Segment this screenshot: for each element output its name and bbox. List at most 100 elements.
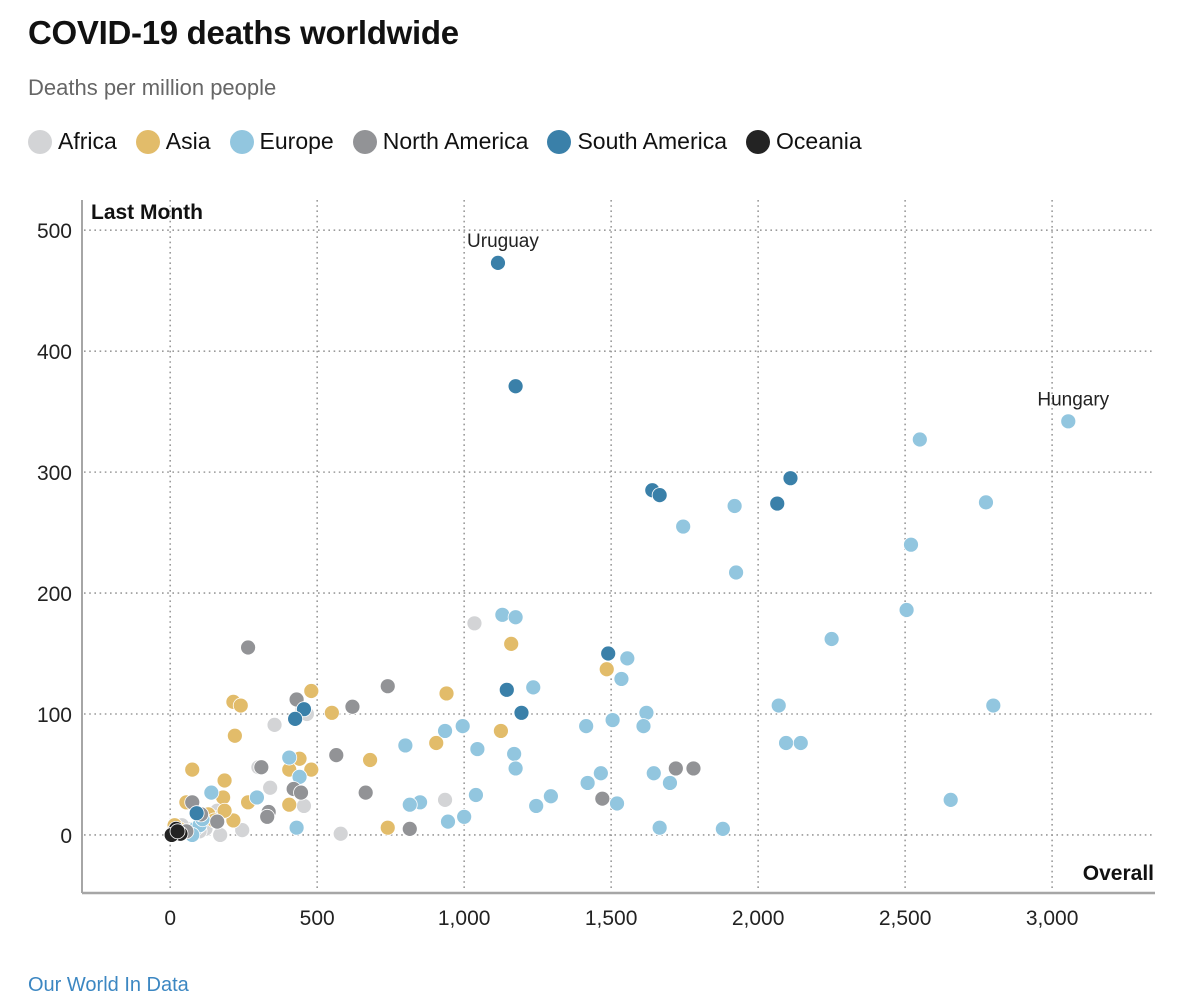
data-point — [528, 798, 545, 814]
x-tick-label: 1,500 — [585, 907, 638, 930]
data-point — [726, 498, 743, 514]
data-point — [782, 470, 799, 487]
data-point — [770, 697, 787, 714]
axes — [81, 200, 1155, 895]
data-point — [651, 487, 668, 503]
data-point — [440, 813, 456, 830]
data-point — [232, 697, 249, 714]
y-tick-label: 0 — [60, 825, 72, 848]
data-point — [203, 784, 220, 801]
data-point — [469, 741, 486, 757]
data-point — [578, 718, 595, 734]
data-point — [287, 710, 304, 727]
data-point — [332, 825, 349, 842]
series-south-america — [188, 254, 799, 822]
series-europe — [184, 413, 1077, 843]
data-point — [493, 723, 509, 739]
data-point — [169, 823, 186, 840]
data-point — [507, 378, 524, 395]
annotation-label: Uruguay — [467, 231, 539, 252]
data-point — [379, 678, 396, 695]
annotation-label: Hungary — [1037, 389, 1109, 410]
data-point — [769, 495, 786, 512]
data-point — [253, 759, 270, 776]
data-point — [662, 775, 678, 791]
data-point — [498, 681, 515, 698]
x-tick-label: 0 — [164, 907, 176, 930]
data-point — [293, 784, 309, 801]
annotations: Uruguay Hungary — [467, 231, 1110, 410]
data-point — [454, 718, 471, 734]
data-point — [437, 791, 453, 808]
data-point — [667, 760, 684, 777]
data-point — [216, 772, 233, 789]
data-point — [675, 518, 692, 535]
data-point — [985, 697, 1002, 714]
data-point — [503, 635, 520, 652]
data-point — [466, 615, 483, 632]
data-point — [249, 789, 265, 806]
data-point — [490, 254, 506, 271]
data-point — [437, 723, 453, 739]
data-point — [600, 645, 617, 662]
data-point — [184, 761, 201, 778]
data-point — [594, 790, 611, 807]
data-point — [685, 760, 702, 777]
y-tick-label: 200 — [37, 583, 72, 606]
x-tick-label: 3,000 — [1026, 907, 1079, 930]
y-tick-label: 400 — [37, 341, 72, 364]
data-point — [638, 704, 655, 721]
x-axis-title: Overall — [1083, 862, 1154, 885]
data-point — [209, 813, 226, 830]
data-point — [456, 808, 473, 825]
data-point — [903, 536, 919, 553]
x-tick-label: 1,000 — [438, 907, 491, 930]
data-point — [506, 746, 523, 762]
data-point — [281, 796, 298, 813]
data-point — [397, 737, 414, 754]
scatter-plot: 0 100 200 300 400 500 0 500 1,000 1,500 2,000 2,500… — [37, 200, 1155, 930]
data-point — [645, 765, 662, 782]
data-point — [266, 716, 283, 733]
data-point — [362, 752, 378, 768]
grid — [84, 200, 1155, 891]
source-link[interactable]: Our World In Data — [28, 974, 189, 997]
data-point — [911, 431, 928, 448]
data-point — [714, 821, 731, 837]
data-point — [613, 671, 630, 687]
data-point — [357, 784, 374, 801]
data-point — [344, 698, 361, 715]
data-point — [898, 602, 915, 618]
data-point — [288, 819, 305, 836]
data-point — [978, 494, 994, 511]
data-point — [328, 747, 345, 764]
data-point — [728, 564, 744, 581]
y-tick-label: 100 — [37, 704, 72, 727]
data-points — [163, 254, 1077, 843]
data-point — [226, 727, 243, 744]
data-point — [296, 798, 312, 814]
data-point — [281, 749, 298, 766]
data-point — [579, 775, 596, 791]
x-tick-label: 2,000 — [732, 907, 785, 930]
data-point — [542, 788, 559, 805]
data-point — [507, 609, 524, 626]
data-point — [468, 787, 484, 803]
x-tick-label: 500 — [300, 907, 335, 930]
data-point — [507, 760, 524, 777]
data-point — [604, 712, 621, 728]
data-point — [494, 606, 511, 623]
data-point — [651, 819, 668, 836]
data-point — [259, 808, 276, 825]
y-tick-label: 500 — [37, 220, 72, 243]
data-point — [240, 639, 256, 656]
data-point — [792, 735, 809, 751]
data-point — [401, 796, 418, 813]
data-point — [188, 805, 205, 822]
data-point — [303, 683, 320, 699]
data-point — [635, 718, 652, 734]
data-point — [513, 704, 530, 721]
data-point — [262, 779, 279, 796]
data-point — [438, 685, 455, 702]
data-point — [609, 795, 625, 812]
